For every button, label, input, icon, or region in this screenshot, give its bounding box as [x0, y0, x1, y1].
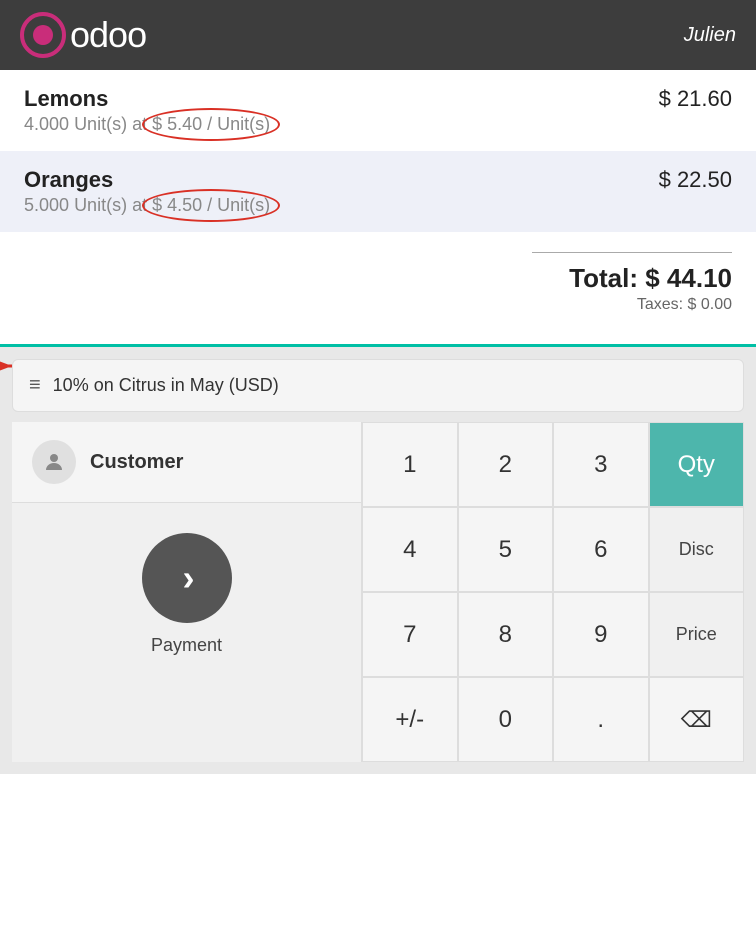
- taxes-amount: Taxes: $ 0.00: [637, 296, 732, 314]
- total-amount: Total: $ 44.10: [569, 263, 732, 294]
- numpad-4[interactable]: 4: [362, 507, 458, 592]
- pos-panel: ≡ 10% on Citrus in May (USD) Customer ›: [0, 344, 756, 774]
- numpad-6[interactable]: 6: [553, 507, 649, 592]
- numpad-qty[interactable]: Qty: [649, 422, 745, 507]
- odoo-logo-icon: [20, 12, 66, 58]
- oval-annotation-lemons: $ 5.40 / Unit(s): [152, 114, 270, 135]
- numpad-area: Customer › Payment 1 2 3 Qty 4 5 6 Disc …: [12, 422, 744, 762]
- odoo-logo: odoo: [20, 12, 146, 58]
- item-detail-oranges: 5.000 Unit(s) at $ 4.50 / Unit(s): [24, 195, 732, 216]
- numpad-disc[interactable]: Disc: [649, 507, 745, 592]
- left-panel: Customer › Payment: [12, 422, 362, 762]
- numpad-1[interactable]: 1: [362, 422, 458, 507]
- numpad-5[interactable]: 5: [458, 507, 554, 592]
- payment-btn-area: › Payment: [12, 503, 361, 676]
- chevron-right-icon: ›: [183, 560, 195, 596]
- header: odoo Julien: [0, 0, 756, 70]
- numpad-7[interactable]: 7: [362, 592, 458, 677]
- customer-avatar: [32, 440, 76, 484]
- numpad-backspace[interactable]: ⌫: [649, 677, 745, 762]
- total-section: Total: $ 44.10 Taxes: $ 0.00: [0, 232, 756, 344]
- order-item-lemons: Lemons $ 21.60 4.000 Unit(s) at $ 5.40 /…: [0, 70, 756, 151]
- item-name-oranges: Oranges: [24, 167, 113, 193]
- numpad-dot[interactable]: .: [553, 677, 649, 762]
- discount-bar[interactable]: ≡ 10% on Citrus in May (USD): [12, 359, 744, 412]
- customer-label: Customer: [90, 451, 183, 474]
- item-name-lemons: Lemons: [24, 86, 108, 112]
- item-detail-lemons: 4.000 Unit(s) at $ 5.40 / Unit(s): [24, 114, 732, 135]
- numpad-plusminus[interactable]: +/-: [362, 677, 458, 762]
- numpad-8[interactable]: 8: [458, 592, 554, 677]
- header-username: Julien: [684, 24, 736, 47]
- numpad-price[interactable]: Price: [649, 592, 745, 677]
- payment-button[interactable]: ›: [142, 533, 232, 623]
- discount-bar-label: 10% on Citrus in May (USD): [53, 375, 279, 396]
- item-total-oranges: $ 22.50: [659, 167, 732, 193]
- numpad-3[interactable]: 3: [553, 422, 649, 507]
- item-total-lemons: $ 21.60: [659, 86, 732, 112]
- customer-row[interactable]: Customer: [12, 422, 361, 503]
- order-items: Lemons $ 21.60 4.000 Unit(s) at $ 5.40 /…: [0, 70, 756, 232]
- payment-label: Payment: [151, 635, 222, 656]
- oval-annotation-oranges: $ 4.50 / Unit(s): [152, 195, 270, 216]
- total-divider: [532, 252, 732, 253]
- person-icon: [42, 450, 66, 474]
- numpad-2[interactable]: 2: [458, 422, 554, 507]
- order-item-oranges: Oranges $ 22.50 5.000 Unit(s) at $ 4.50 …: [0, 151, 756, 232]
- numpad: 1 2 3 Qty 4 5 6 Disc 7 8 9 Price +/- 0 .…: [362, 422, 744, 762]
- numpad-0[interactable]: 0: [458, 677, 554, 762]
- discount-bar-grid-icon: ≡: [29, 374, 41, 397]
- numpad-9[interactable]: 9: [553, 592, 649, 677]
- logo-text: odoo: [70, 14, 146, 56]
